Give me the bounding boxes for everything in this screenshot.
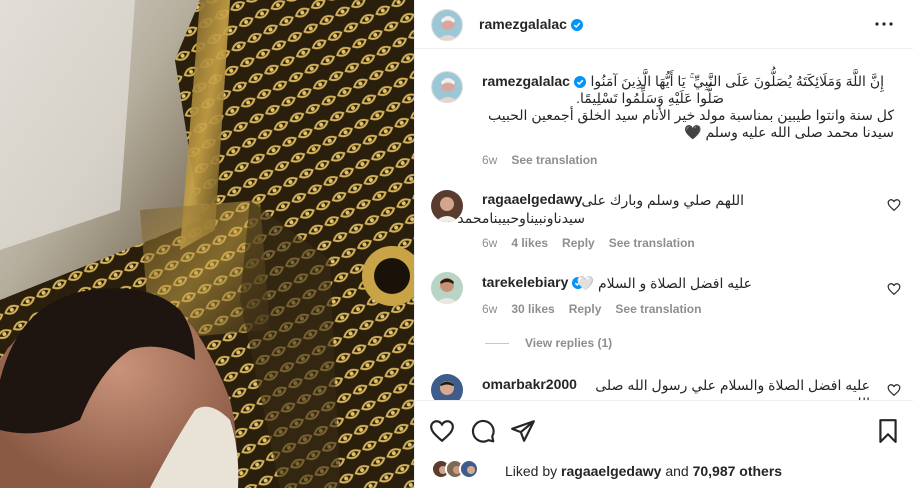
- see-translation-link[interactable]: See translation: [615, 302, 701, 316]
- likes-count[interactable]: 70,987 others: [693, 463, 783, 479]
- comment-text: عليه افضل الصلاة و السلام 🤍: [576, 275, 752, 291]
- liker-avatar[interactable]: [459, 459, 479, 479]
- comment-username[interactable]: omarbakr2000: [482, 376, 577, 392]
- comments-list[interactable]: ramezgalalac إِنَّ اللَّهَ وَمَلَائِكَتَ…: [415, 50, 913, 400]
- comment-avatar[interactable]: [431, 272, 463, 304]
- comment-likes[interactable]: 30 likes: [511, 302, 554, 316]
- heart-icon[interactable]: [429, 418, 455, 444]
- post-header: ramezgalalac: [415, 0, 913, 49]
- comment-text-line2: سيدناونبيناوحبيبنامحمد: [457, 210, 585, 226]
- comment-time[interactable]: 6w: [482, 236, 497, 250]
- caption-avatar[interactable]: [431, 71, 463, 103]
- comment-time[interactable]: 6w: [482, 302, 497, 316]
- comment-like-icon[interactable]: [887, 282, 901, 296]
- share-icon[interactable]: [510, 418, 536, 444]
- view-replies-button[interactable]: View replies (1): [485, 336, 612, 350]
- caption-text: إِنَّ اللَّهَ وَمَلَائِكَتَهُ يُصَلُّونَ…: [488, 73, 894, 140]
- see-translation-link[interactable]: See translation: [511, 153, 597, 167]
- likes-text: Liked by ragaaelgedawy and 70,987 others: [505, 463, 783, 479]
- view-replies-label: View replies (1): [525, 336, 613, 350]
- author-username[interactable]: ramezgalalac: [479, 16, 583, 32]
- reply-button[interactable]: Reply: [562, 236, 595, 250]
- save-icon[interactable]: [875, 418, 901, 444]
- post-panel: ramezgalalac ramezgalalac إِنَّ اللَّهَ …: [414, 0, 913, 488]
- comment-like-icon[interactable]: [887, 198, 901, 212]
- caption-time[interactable]: 6w: [482, 153, 497, 167]
- comment-meta: 6w 4 likes Reply See translation: [482, 236, 709, 250]
- author-avatar[interactable]: [431, 9, 463, 41]
- replies-divider: [485, 343, 509, 345]
- comment-text: اللهم صلي وسلم وبارك على: [581, 192, 744, 208]
- see-translation-link[interactable]: See translation: [609, 236, 695, 250]
- verified-icon: [570, 19, 583, 31]
- comment-icon[interactable]: [470, 418, 496, 444]
- liker-username[interactable]: ragaaelgedawy: [561, 463, 661, 479]
- caption-meta: 6w See translation: [482, 153, 611, 167]
- comment-likes[interactable]: 4 likes: [511, 236, 548, 250]
- comment-meta: 6w 30 likes Reply See translation: [482, 302, 715, 316]
- comment-avatar[interactable]: [431, 374, 463, 400]
- reply-button[interactable]: Reply: [569, 302, 602, 316]
- post-photo-image: [0, 0, 414, 488]
- more-icon[interactable]: [872, 14, 896, 34]
- post-photo[interactable]: [0, 0, 414, 488]
- comment-like-icon[interactable]: [887, 383, 901, 397]
- post-actions: Liked by ragaaelgedawy and 70,987 others: [415, 400, 913, 488]
- comment-text: عليه افضل الصلاة والسلام علي رسول الله ص…: [595, 377, 870, 400]
